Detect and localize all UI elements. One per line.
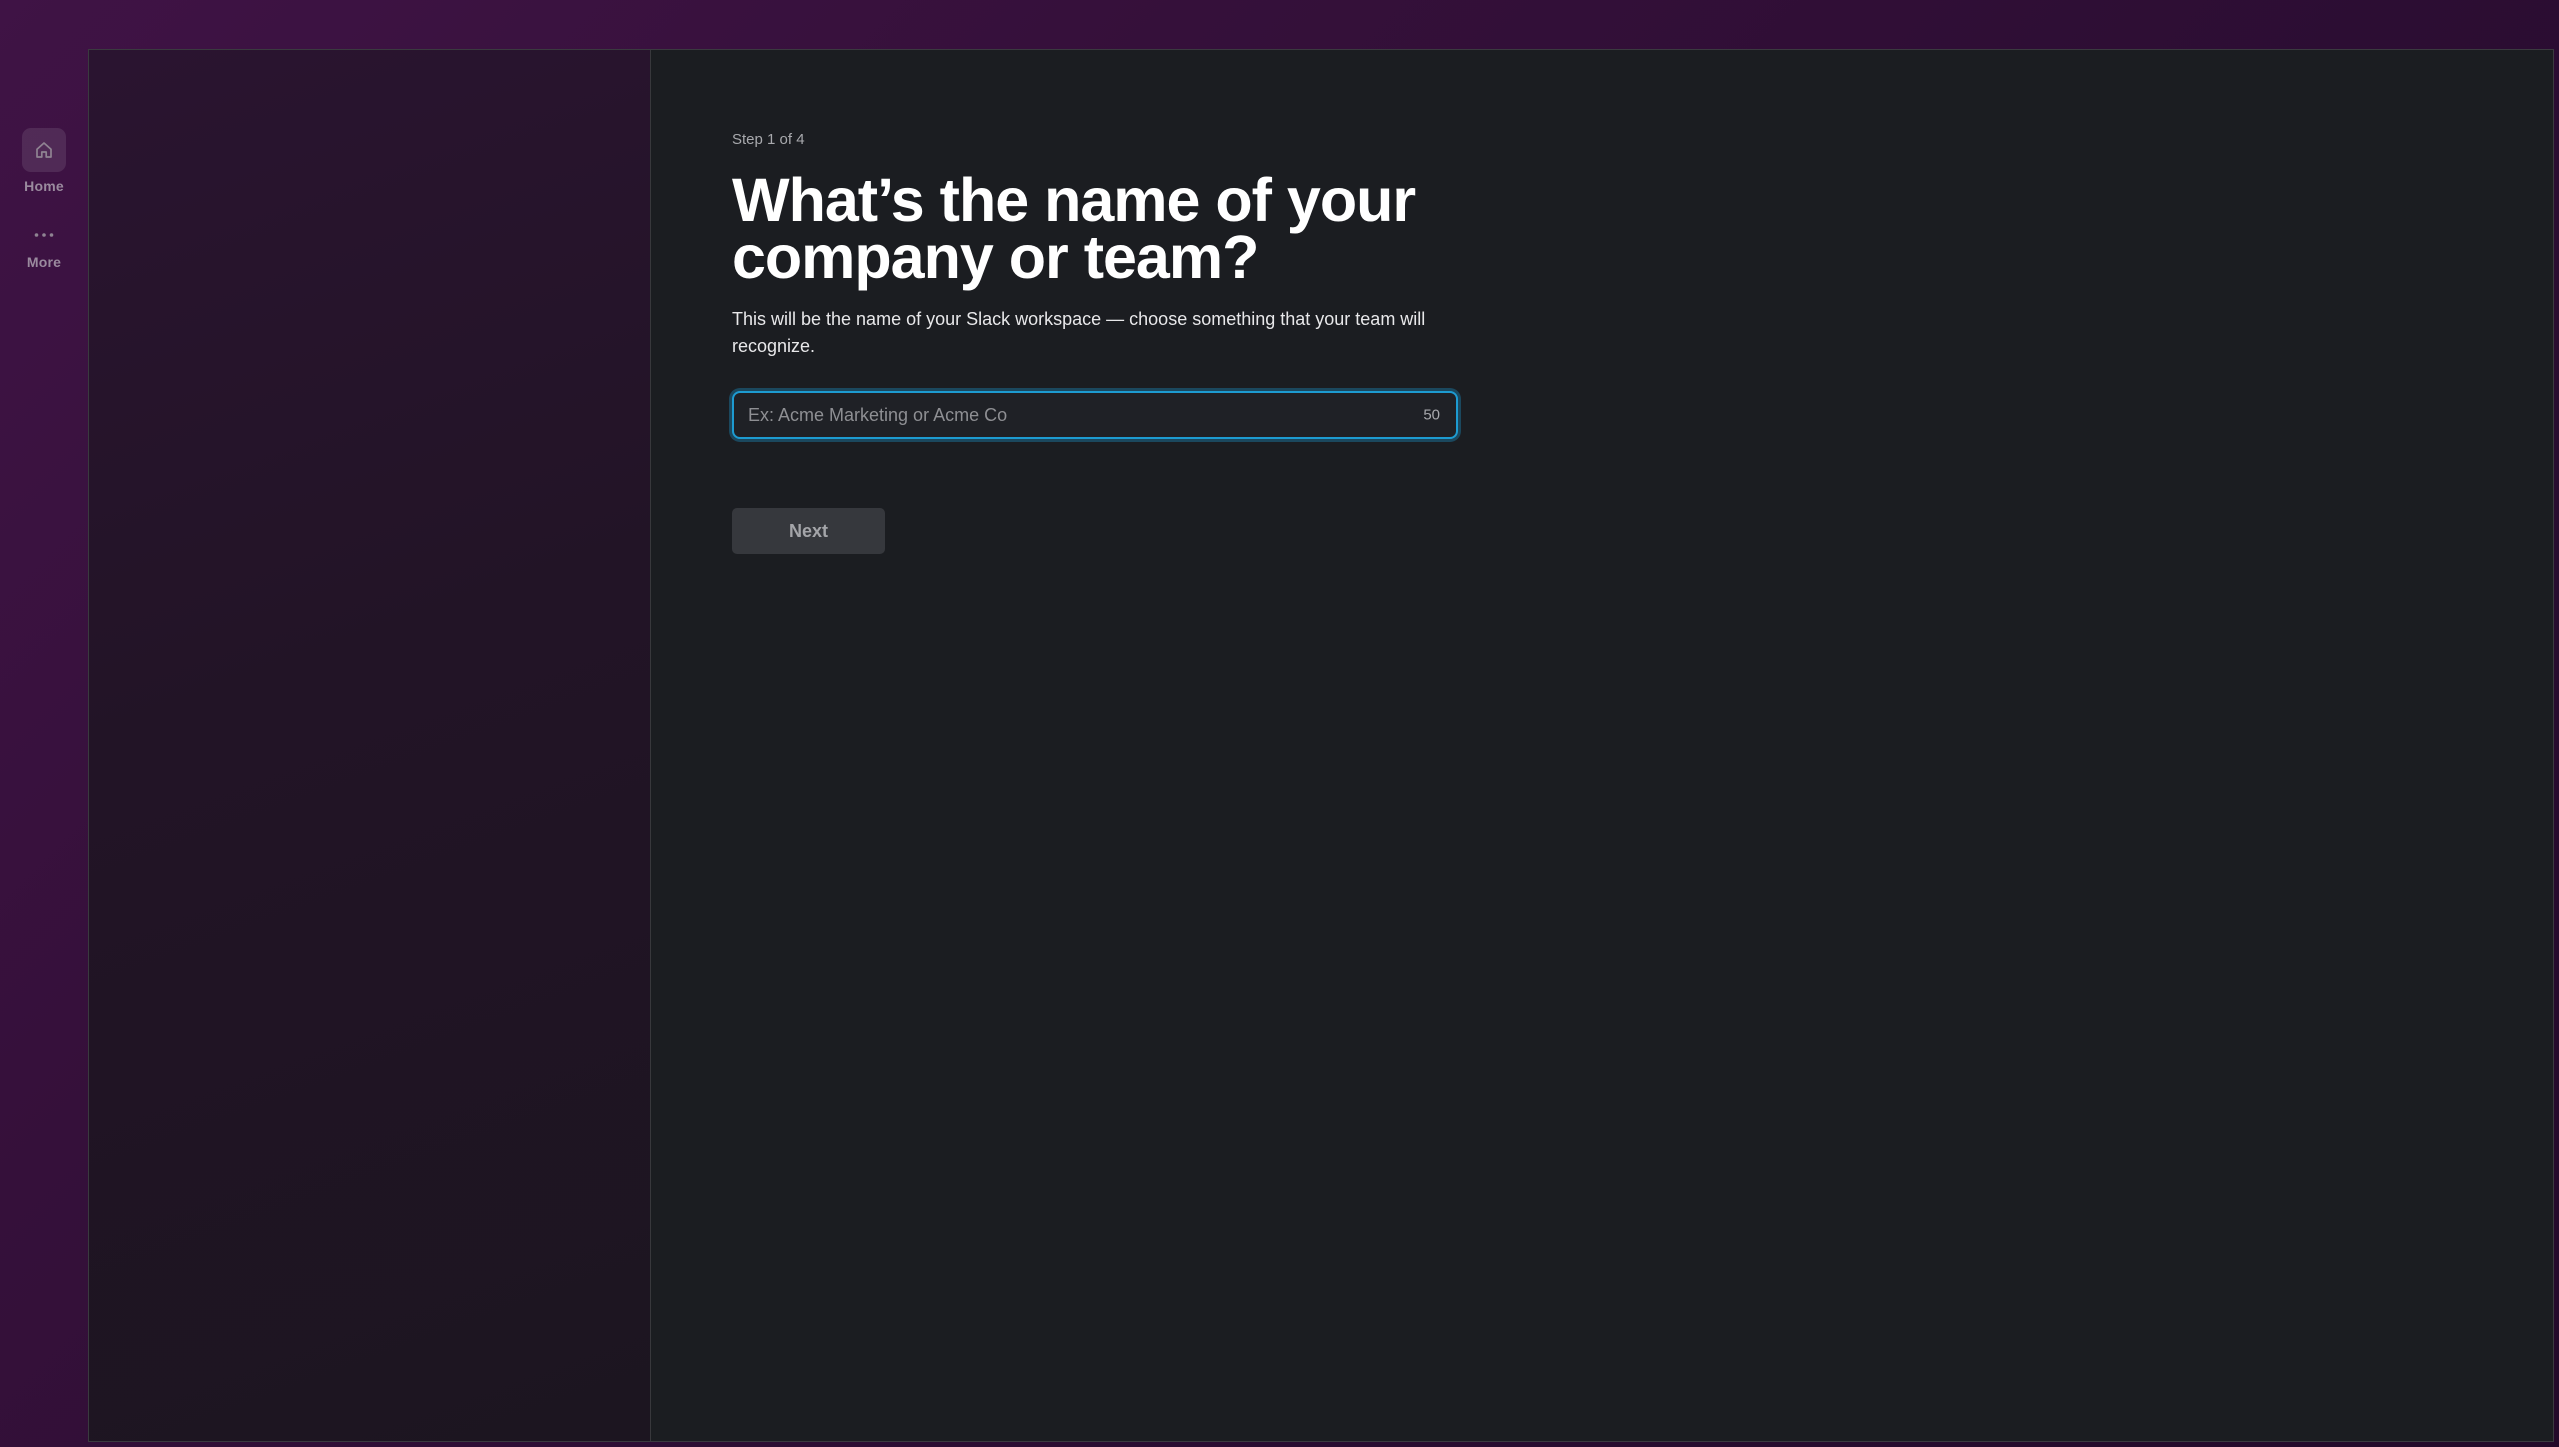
sidebar-panel xyxy=(89,50,651,1441)
workspace-name-field: 50 xyxy=(732,391,1458,439)
nav-more[interactable]: More xyxy=(0,222,88,270)
nav-more-label: More xyxy=(26,254,62,270)
next-button[interactable]: Next xyxy=(732,508,885,554)
home-icon xyxy=(22,128,66,172)
nav-home[interactable]: Home xyxy=(0,128,88,194)
page-description: This will be the name of your Slack work… xyxy=(732,309,1426,356)
app-window: Step 1 of 4 What’s the name of your comp… xyxy=(88,49,2554,1442)
more-horizontal-icon xyxy=(22,222,66,248)
workspace-name-input[interactable] xyxy=(734,393,1456,437)
workspace-rail: Home More xyxy=(0,0,88,1447)
page-title: What’s the name of your company or team? xyxy=(732,166,1416,291)
setup-form: Step 1 of 4 What’s the name of your comp… xyxy=(732,130,1462,554)
nav-home-label: Home xyxy=(24,178,64,194)
character-counter: 50 xyxy=(1423,406,1440,424)
step-indicator: Step 1 of 4 xyxy=(732,131,805,148)
setup-panel: Step 1 of 4 What’s the name of your comp… xyxy=(651,50,2553,1441)
